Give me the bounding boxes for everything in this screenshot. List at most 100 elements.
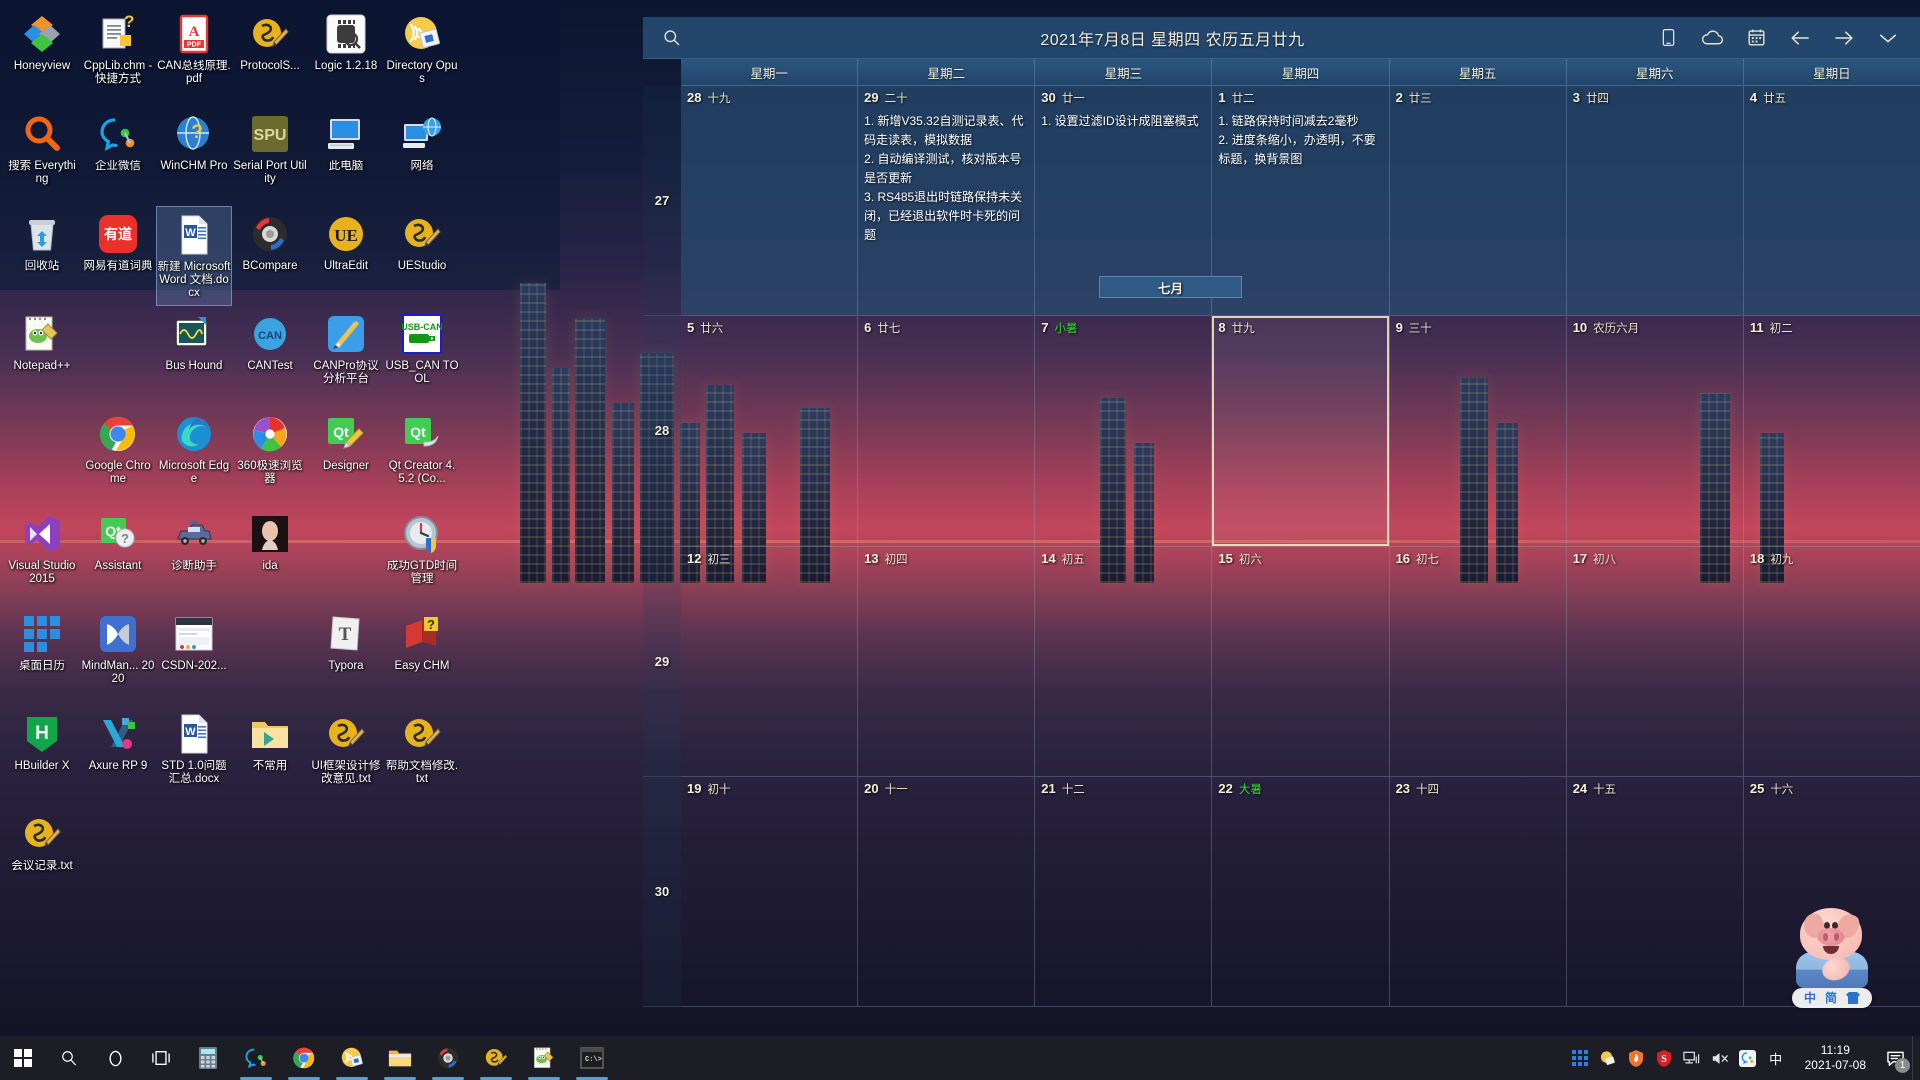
taskbar-search-icon[interactable]: [46, 1036, 92, 1080]
desktop-icon-20[interactable]: Bus Hound: [156, 306, 232, 406]
taskbar-app-beyond-compare-icon[interactable]: [424, 1036, 472, 1080]
desktop-icon-46[interactable]: UI框架设计修改意见.txt: [308, 706, 384, 806]
desktop-icon-15[interactable]: BCompare: [232, 206, 308, 306]
taskbar-app-buttons[interactable]: C:\>: [184, 1036, 616, 1080]
desktop-icon-26[interactable]: Microsoft Edge: [156, 406, 232, 506]
calendar-day-cell[interactable]: 7 小暑: [1035, 316, 1213, 546]
event-list[interactable]: 1. 新增V35.32自测记录表、代码走读表，模拟数据 2. 自动编译测试，核对版…: [864, 112, 1028, 245]
taskbar-app-calculator-icon[interactable]: [184, 1036, 232, 1080]
chevron-down-icon[interactable]: [1866, 17, 1910, 59]
desktop-icon-14[interactable]: W 新建 Microsoft Word 文档.docx: [156, 206, 232, 306]
taskbar-clock[interactable]: 11:19 2021-07-08: [1795, 1036, 1878, 1080]
taskbar-app-wecom-icon[interactable]: [232, 1036, 280, 1080]
desktop-icon-16[interactable]: UE UltraEdit: [308, 206, 384, 306]
calendar-day-cell[interactable]: 24 十五: [1567, 776, 1744, 1006]
calendar-day-cell[interactable]: 15 初六: [1212, 546, 1390, 776]
desktop-icon-22[interactable]: CANPro协议分析平台: [308, 306, 384, 406]
desktop-icon-42[interactable]: H HBuilder X: [4, 706, 80, 806]
calendar-day-cell[interactable]: 6 廿七: [858, 316, 1036, 546]
calendar-grid[interactable]: 27 28 29 30 28 十九 29 二十 1. 新增V35.32自测记录表、代码走读表，…: [643, 86, 1920, 1007]
calendar-day-cell[interactable]: 12 初三: [681, 546, 859, 776]
ime-mode-simplified[interactable]: 简: [1825, 991, 1837, 1005]
desktop-icon-7[interactable]: 企业微信: [80, 106, 156, 206]
tray-volume-muted-icon[interactable]: [1707, 1036, 1733, 1080]
event-list[interactable]: 1. 设置过滤ID设计成阻塞模式: [1041, 112, 1205, 131]
system-tray[interactable]: S 中: [1567, 1036, 1795, 1080]
desktop-icon-30[interactable]: Visual Studio 2015: [4, 506, 80, 606]
desktop-icon-grid[interactable]: Honeyview ? CppLib.chm - 快捷方式 A PDF CAN总线原…: [4, 6, 460, 906]
desktop-calendar-window[interactable]: 2021年7月8日 星期四 农历五月廿九 星期一 星期二 星期三 星期四 星期五…: [643, 17, 1920, 1007]
desktop-icon-35[interactable]: 成功GTD时间管理: [384, 506, 460, 606]
calendar-day-cell[interactable]: 17 初八: [1567, 546, 1744, 776]
cloud-icon[interactable]: [1690, 17, 1734, 59]
search-icon[interactable]: [643, 17, 699, 59]
taskbar-app-file-explorer-icon[interactable]: [376, 1036, 424, 1080]
desktop-icon-18[interactable]: Notepad++: [4, 306, 80, 406]
desktop-icon-8[interactable]: ? WinCHM Pro: [156, 106, 232, 206]
desktop-icon-5[interactable]: Directory Opus: [384, 6, 460, 106]
taskbar-left[interactable]: C:\>: [0, 1036, 616, 1080]
show-desktop-button[interactable]: [1912, 1036, 1920, 1080]
calendar-day-cell[interactable]: 10 农历六月: [1567, 316, 1744, 546]
calendar-icon[interactable]: [1734, 17, 1778, 59]
taskbar[interactable]: C:\> S 中 11:19 2021-07-08 1: [0, 1036, 1920, 1080]
back-arrow-icon[interactable]: [1778, 17, 1822, 59]
ime-floating-bar[interactable]: 中 简: [1791, 988, 1873, 1008]
event-item[interactable]: 3. RS485退出时链路保持未关闭，已经退出软件时卡死的问题: [864, 188, 1028, 245]
desktop-icon-2[interactable]: A PDF CAN总线原理.pdf: [156, 6, 232, 106]
calendar-day-cell[interactable]: 19 初十: [681, 776, 859, 1006]
desktop-icon-29[interactable]: Qt Qt Creator 4.5.2 (Co...: [384, 406, 460, 506]
desktop-icon-43[interactable]: Axure RP 9: [80, 706, 156, 806]
calendar-day-cell[interactable]: 5 廿六: [681, 316, 859, 546]
taskbar-app-console-icon[interactable]: C:\>: [568, 1036, 616, 1080]
calendar-day-cell[interactable]: 29 二十 1. 新增V35.32自测记录表、代码走读表，模拟数据 2. 自动编译测试…: [858, 86, 1036, 316]
calendar-day-cell[interactable]: 2 廿三: [1389, 86, 1567, 316]
calendar-day-cell[interactable]: 14 初五: [1035, 546, 1213, 776]
cortana-icon[interactable]: [92, 1036, 138, 1080]
desktop-icon-4[interactable]: Logic 1.2.18: [308, 6, 384, 106]
calendar-day-cell[interactable]: 13 初四: [858, 546, 1036, 776]
calendar-day-cell[interactable]: 4 廿五: [1743, 86, 1920, 316]
event-item[interactable]: 1. 设置过滤ID设计成阻塞模式: [1041, 112, 1205, 131]
desktop-icon-27[interactable]: 360极速浏览器: [232, 406, 308, 506]
calendar-day-cell[interactable]: 9 三十: [1390, 316, 1567, 546]
desktop-icon-36[interactable]: 桌面日历: [4, 606, 80, 706]
desktop[interactable]: Honeyview ? CppLib.chm - 快捷方式 A PDF CAN总线原…: [0, 0, 1920, 1080]
event-item[interactable]: 1. 链路保持时间减去2毫秒: [1218, 112, 1382, 131]
desktop-icon-47[interactable]: 帮助文档修改.txt: [384, 706, 460, 806]
desktop-icon-38[interactable]: CSDN-202...: [156, 606, 232, 706]
desktop-icon-28[interactable]: Qt Designer: [308, 406, 384, 506]
calendar-day-cell[interactable]: 3 廿四: [1566, 86, 1744, 316]
desktop-icon-33[interactable]: ida: [232, 506, 308, 606]
desktop-icon-32[interactable]: 诊断助手: [156, 506, 232, 606]
pig-mascot[interactable]: 中 简: [1772, 898, 1892, 1008]
desktop-icon-13[interactable]: 有道 网易有道词典: [80, 206, 156, 306]
tray-360-icon[interactable]: S: [1651, 1036, 1677, 1080]
desktop-icon-9[interactable]: SPU Serial Port Utility: [232, 106, 308, 206]
desktop-icon-17[interactable]: UEStudio: [384, 206, 460, 306]
notification-center-icon[interactable]: 1: [1878, 1036, 1912, 1080]
event-item[interactable]: 2. 自动编译测试，核对版本号是否更新: [864, 150, 1028, 188]
tray-shield-icon[interactable]: [1623, 1036, 1649, 1080]
desktop-icon-44[interactable]: W STD 1.0问题汇总.docx: [156, 706, 232, 806]
desktop-icon-23[interactable]: USB-CAN USB_CAN TOOL: [384, 306, 460, 406]
forward-arrow-icon[interactable]: [1822, 17, 1866, 59]
desktop-icon-21[interactable]: CAN CANTest: [232, 306, 308, 406]
taskbar-app-chrome-icon[interactable]: [280, 1036, 328, 1080]
calendar-day-cell-today[interactable]: 8 廿九: [1212, 316, 1390, 546]
desktop-icon-37[interactable]: MindMan... 2020: [80, 606, 156, 706]
calendar-day-cell[interactable]: 22 大暑: [1212, 776, 1390, 1006]
desktop-icon-3[interactable]: ProtocolS...: [232, 6, 308, 106]
calendar-day-cell[interactable]: 21 十二: [1035, 776, 1213, 1006]
tray-network-icon[interactable]: [1679, 1036, 1705, 1080]
desktop-icon-12[interactable]: 回收站: [4, 206, 80, 306]
calendar-day-cell[interactable]: 11 初二: [1744, 316, 1920, 545]
desktop-icon-0[interactable]: Honeyview: [4, 6, 80, 106]
shirt-icon[interactable]: [1846, 992, 1861, 1004]
taskbar-app-uestudio-icon[interactable]: [472, 1036, 520, 1080]
phone-icon[interactable]: [1646, 17, 1690, 59]
event-list[interactable]: 1. 链路保持时间减去2毫秒 2. 进度条缩小，办透明，不要标题，换背景图: [1218, 112, 1382, 169]
taskbar-app-notepad-plus-plus-icon[interactable]: [520, 1036, 568, 1080]
event-item[interactable]: 1. 新增V35.32自测记录表、代码走读表，模拟数据: [864, 112, 1028, 150]
desktop-icon-10[interactable]: 此电脑: [308, 106, 384, 206]
